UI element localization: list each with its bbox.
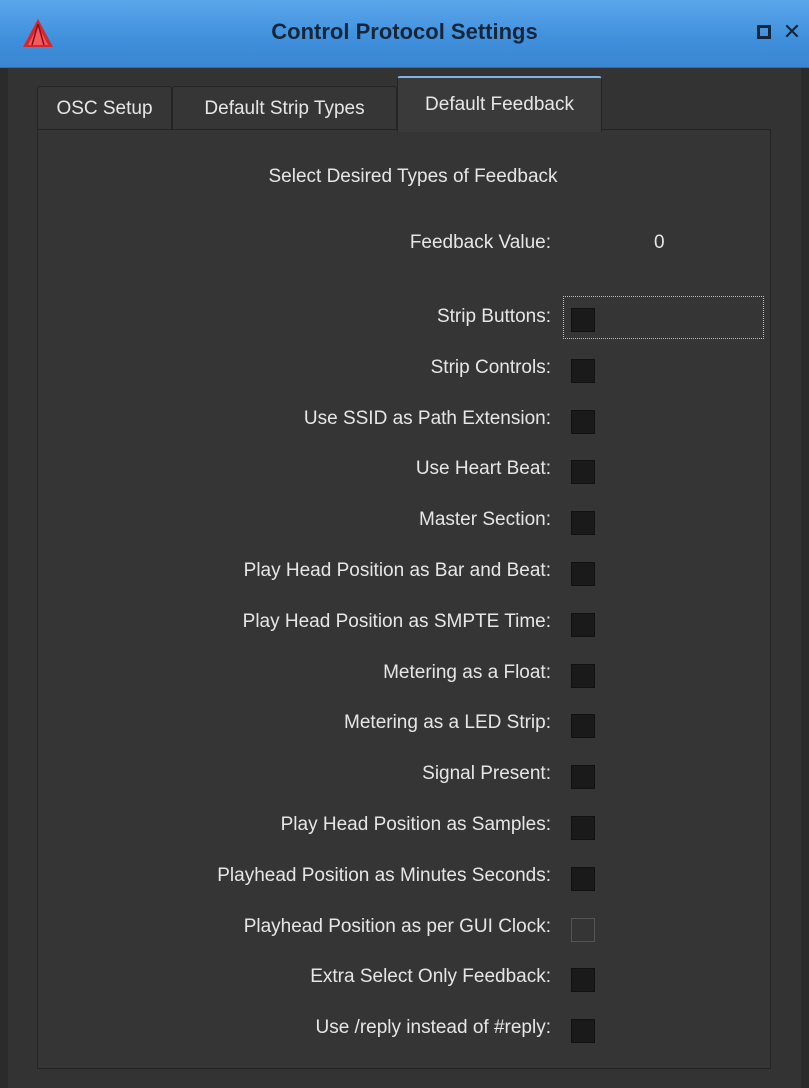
option-label: Use /reply instead of #reply: (315, 1017, 551, 1038)
tab-label: OSC Setup (56, 97, 153, 119)
window-frame-right (801, 68, 809, 1088)
tab-osc-setup[interactable]: OSC Setup (37, 86, 172, 130)
option-checkbox[interactable] (571, 968, 595, 992)
feedback-value: 0 (654, 232, 665, 253)
window-title: Control Protocol Settings (271, 19, 538, 44)
option-label: Play Head Position as SMPTE Time: (242, 611, 551, 632)
maximize-icon (757, 25, 771, 39)
option-checkbox[interactable] (571, 410, 595, 434)
maximize-button[interactable] (752, 20, 776, 44)
option-checkbox[interactable] (571, 918, 595, 942)
tab-default-feedback[interactable]: Default Feedback (397, 76, 602, 132)
option-checkbox[interactable] (571, 613, 595, 637)
close-icon: ✕ (782, 19, 802, 44)
option-checkbox[interactable] (571, 816, 595, 840)
close-button[interactable]: ✕ (780, 20, 804, 44)
tab-default-strip-types[interactable]: Default Strip Types (172, 86, 397, 130)
option-label: Master Section: (419, 509, 551, 530)
option-label: Metering as a LED Strip: (344, 712, 551, 733)
option-checkbox[interactable] (571, 867, 595, 891)
option-checkbox[interactable] (571, 511, 595, 535)
tab-label: Default Feedback (425, 94, 574, 115)
tab-label: Default Strip Types (204, 97, 365, 119)
option-checkbox[interactable] (571, 562, 595, 586)
option-checkbox[interactable] (571, 714, 595, 738)
option-label: Strip Buttons: (436, 306, 551, 327)
option-label: Play Head Position as Bar and Beat: (243, 560, 551, 581)
option-checkbox[interactable] (571, 664, 595, 688)
option-label: Use Heart Beat: (415, 458, 551, 479)
option-label: Signal Present: (422, 763, 551, 784)
option-label: Play Head Position as Samples: (280, 814, 551, 835)
option-label: Use SSID as Path Extension: (303, 408, 551, 429)
option-label: Playhead Position as Minutes Seconds: (217, 865, 551, 886)
feedback-value-label: Feedback Value: (409, 232, 551, 253)
option-checkbox[interactable] (571, 765, 595, 789)
option-label: Strip Controls: (430, 357, 551, 378)
option-checkbox[interactable] (571, 359, 595, 383)
option-label: Playhead Position as per GUI Clock: (243, 916, 551, 937)
option-label: Extra Select Only Feedback: (310, 966, 551, 987)
panel-heading: Select Desired Types of Feedback (268, 166, 558, 187)
option-label: Metering as a Float: (383, 662, 551, 683)
option-checkbox[interactable] (571, 460, 595, 484)
option-checkbox[interactable] (571, 308, 595, 332)
title-bar[interactable]: Control Protocol Settings ✕ (0, 0, 809, 68)
option-checkbox[interactable] (571, 1019, 595, 1043)
